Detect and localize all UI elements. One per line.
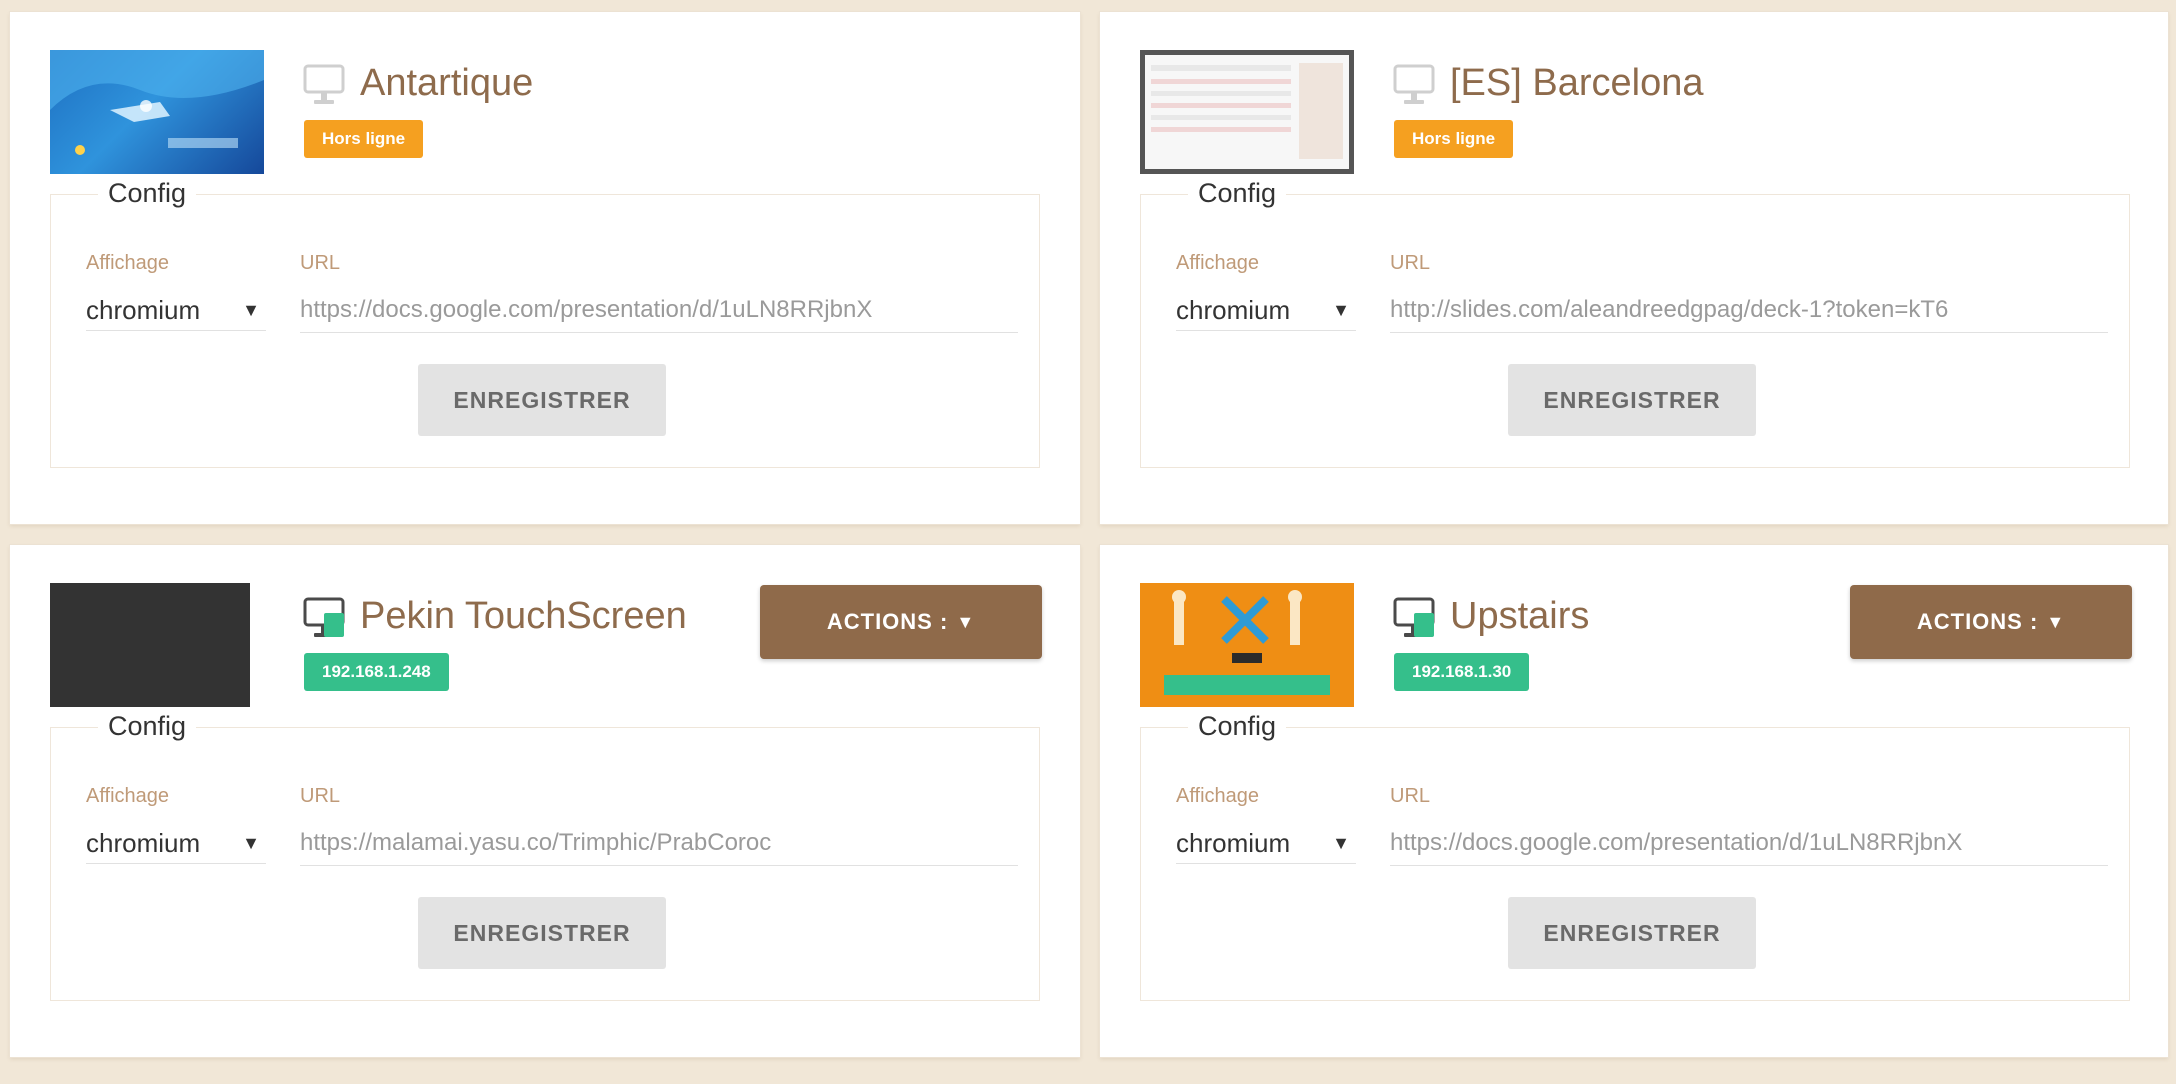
- affichage-label: Affichage: [1176, 785, 1260, 807]
- affichage-selected-value: chromium: [1176, 827, 1291, 858]
- affichage-selected-value: chromium: [86, 827, 201, 858]
- device-preview-thumbnail[interactable]: [50, 50, 264, 174]
- monitor-icon: [302, 62, 346, 108]
- actions-dropdown-button[interactable]: ACTIONS : ▼: [1850, 585, 2132, 659]
- caret-down-icon: ▼: [1332, 832, 1350, 853]
- url-label: URL: [300, 785, 341, 807]
- affichage-select[interactable]: chromium ▼: [86, 290, 266, 331]
- config-legend: Config: [1188, 178, 1287, 209]
- url-input[interactable]: [1390, 288, 2108, 333]
- affichage-label: Affichage: [1176, 252, 1260, 274]
- caret-down-icon: ▼: [242, 832, 260, 853]
- affichage-select[interactable]: chromium ▼: [86, 823, 266, 864]
- caret-down-icon: ▼: [242, 299, 260, 320]
- monitor-online-icon: [302, 595, 346, 641]
- url-input[interactable]: [1390, 821, 2108, 866]
- url-input[interactable]: [300, 821, 1018, 866]
- save-button[interactable]: ENREGISTRER: [1508, 897, 1756, 969]
- device-card-upstairs: Upstairs 192.168.1.30 ACTIONS : ▼ Config…: [1100, 545, 2168, 1057]
- affichage-selected-value: chromium: [1176, 294, 1291, 325]
- affichage-label: Affichage: [86, 252, 170, 274]
- url-label: URL: [1390, 252, 1431, 274]
- save-button[interactable]: ENREGISTRER: [418, 897, 666, 969]
- affichage-label: Affichage: [86, 785, 170, 807]
- status-badge: Hors ligne: [1394, 120, 1514, 158]
- ip-address-badge: 192.168.1.30: [1394, 653, 1530, 691]
- device-card-pekin-touchscreen: Pekin TouchScreen 192.168.1.248 ACTIONS …: [10, 545, 1080, 1057]
- caret-down-icon: ▼: [956, 611, 976, 632]
- url-label: URL: [300, 252, 341, 274]
- actions-dropdown-button[interactable]: ACTIONS : ▼: [760, 585, 1042, 659]
- monitor-online-icon: [1392, 595, 1436, 641]
- device-card-antartique: Antartique Hors ligne Config Affichage U…: [10, 12, 1080, 524]
- device-name: Pekin TouchScreen: [360, 595, 687, 637]
- config-legend: Config: [98, 711, 197, 742]
- url-label: URL: [1390, 785, 1431, 807]
- device-name: Upstairs: [1450, 595, 1590, 637]
- actions-label: ACTIONS :: [1916, 609, 2039, 634]
- affichage-select[interactable]: chromium ▼: [1176, 290, 1356, 331]
- url-input[interactable]: [300, 288, 1018, 333]
- monitor-icon: [1392, 62, 1436, 108]
- affichage-select[interactable]: chromium ▼: [1176, 823, 1356, 864]
- caret-down-icon: ▼: [1332, 299, 1350, 320]
- config-legend: Config: [1188, 711, 1287, 742]
- save-button[interactable]: ENREGISTRER: [1508, 364, 1756, 436]
- caret-down-icon: ▼: [2046, 611, 2066, 632]
- device-preview-thumbnail[interactable]: [1140, 50, 1354, 174]
- device-card-barcelona: [ES] Barcelona Hors ligne Config Afficha…: [1100, 12, 2168, 524]
- device-name: Antartique: [360, 62, 534, 104]
- status-badge: Hors ligne: [304, 120, 424, 158]
- save-button[interactable]: ENREGISTRER: [418, 364, 666, 436]
- device-preview-thumbnail[interactable]: [50, 583, 250, 707]
- actions-label: ACTIONS :: [826, 609, 949, 634]
- device-name: [ES] Barcelona: [1450, 62, 1704, 104]
- affichage-selected-value: chromium: [86, 294, 201, 325]
- ip-address-badge: 192.168.1.248: [304, 653, 449, 691]
- config-legend: Config: [98, 178, 197, 209]
- device-preview-thumbnail[interactable]: [1140, 583, 1354, 707]
